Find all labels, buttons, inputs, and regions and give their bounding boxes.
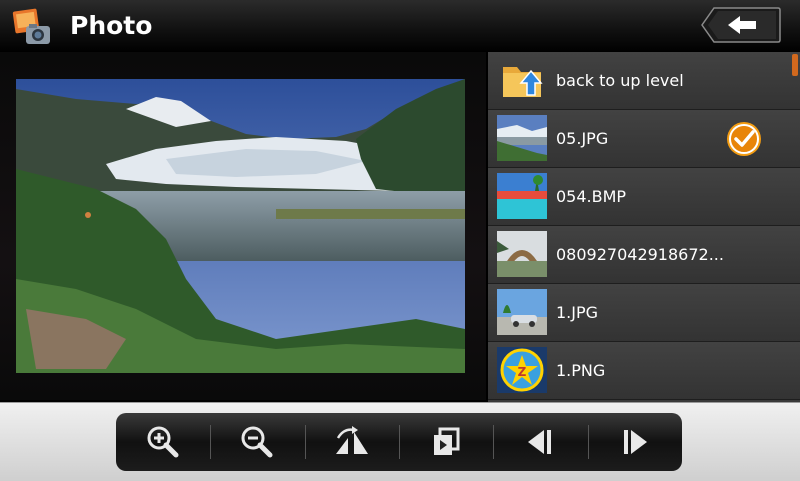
back-button[interactable]: [700, 6, 782, 44]
previous-icon: [528, 430, 552, 454]
list-item-080927042918672[interactable]: 080927042918672...: [488, 226, 800, 284]
next-icon: [623, 430, 647, 454]
slideshow-button[interactable]: [398, 413, 493, 471]
bottom-bar: [0, 402, 800, 481]
list-item-back-to-up-level[interactable]: back to up level: [488, 52, 800, 110]
list-item-054-bmp[interactable]: 054.BMP: [488, 168, 800, 226]
next-button[interactable]: [587, 413, 682, 471]
list-item-label: back to up level: [556, 71, 684, 90]
list-item-label: 1.PNG: [556, 361, 606, 380]
photo-preview-pane: [0, 52, 486, 400]
thumbnail: [497, 173, 547, 219]
photo-app-icon: [12, 8, 52, 46]
rotate-button[interactable]: [304, 413, 399, 471]
thumbnail: [497, 289, 547, 335]
title-bar: Photo: [0, 0, 800, 52]
slideshow-icon: [434, 427, 460, 455]
svg-text:Z: Z: [518, 365, 527, 379]
rotate-icon: [335, 426, 368, 454]
previous-button[interactable]: [493, 413, 587, 471]
page-title: Photo: [70, 11, 153, 40]
list-item-1-jpg[interactable]: 1.JPG: [488, 284, 800, 342]
list-item-05-jpg[interactable]: 05.JPG: [488, 110, 800, 168]
thumbnail: [497, 231, 547, 277]
folder-up-icon: [497, 57, 547, 103]
scrollbar[interactable]: [792, 54, 798, 76]
list-item-label: 1.JPG: [556, 303, 599, 322]
zoom-in-button[interactable]: [116, 413, 210, 471]
zoom-in-icon: [147, 426, 179, 458]
list-item-1-png[interactable]: Z 1.PNG: [488, 342, 800, 400]
thumbnail: [497, 115, 547, 161]
thumbnail: Z: [497, 347, 547, 393]
list-item-label: 080927042918672...: [556, 245, 724, 264]
selected-check-icon: [726, 121, 762, 157]
toolbar: [116, 413, 682, 471]
zoom-out-icon: [241, 426, 273, 458]
file-list[interactable]: back to up level 05.JPG 054.BMP 08092704…: [488, 52, 800, 402]
photo-preview[interactable]: [16, 79, 465, 422]
zoom-out-button[interactable]: [210, 413, 304, 471]
list-item-label: 054.BMP: [556, 187, 627, 206]
